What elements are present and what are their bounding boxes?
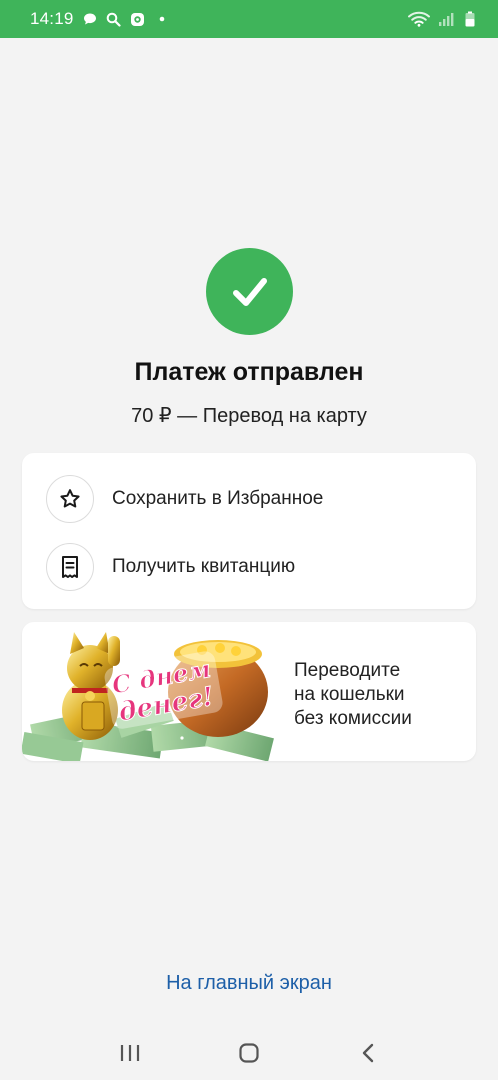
checkmark-icon	[232, 277, 267, 306]
promo-line: Переводите	[294, 660, 401, 681]
promo-text: Переводите на кошельки без комиссии	[294, 659, 469, 731]
recent-apps-button[interactable]	[100, 1028, 160, 1078]
back-icon	[363, 1043, 374, 1062]
home-icon	[239, 1042, 259, 1063]
home-button[interactable]	[219, 1028, 279, 1078]
back-button[interactable]	[338, 1028, 398, 1078]
search-icon	[106, 11, 122, 27]
success-badge	[206, 248, 293, 335]
payment-success-screen: 14:19 Платеж отправлен 70 ₽ — Перевод на…	[0, 0, 498, 1080]
star-icon	[46, 475, 94, 523]
receipt-icon	[46, 543, 94, 591]
promo-image: С днем денег!	[22, 632, 274, 761]
dot-icon	[154, 11, 170, 27]
status-time: 14:19	[30, 9, 74, 28]
save-to-favorites-label: Сохранить в Избранное	[112, 488, 324, 509]
shield-app-icon	[130, 11, 146, 27]
recent-apps-icon	[120, 1044, 139, 1061]
page-title: Платеж отправлен	[134, 358, 364, 386]
status-right	[408, 11, 476, 27]
signal-icon	[438, 11, 456, 27]
status-left: 14:19	[30, 9, 170, 29]
go-to-main-screen-link[interactable]: На главный экран	[0, 972, 498, 995]
promo-line: на кошельки	[294, 684, 405, 705]
chat-bubble-icon	[82, 11, 98, 27]
actions-card: Сохранить в Избранное Получить квитанцию	[22, 453, 476, 609]
get-receipt-label: Получить квитанцию	[112, 556, 296, 577]
payment-summary: 70 ₽ — Перевод на карту	[131, 405, 367, 427]
promo-line: без комиссии	[294, 708, 412, 729]
promo-banner[interactable]: С днем денег! Переводите на кошельки без…	[22, 622, 476, 761]
battery-icon	[464, 11, 476, 27]
status-bar: 14:19	[0, 0, 498, 38]
get-receipt-button[interactable]: Получить квитанцию	[22, 543, 476, 591]
wifi-icon	[408, 11, 430, 27]
system-nav-bar	[0, 1025, 498, 1080]
save-to-favorites-button[interactable]: Сохранить в Избранное	[22, 475, 476, 523]
